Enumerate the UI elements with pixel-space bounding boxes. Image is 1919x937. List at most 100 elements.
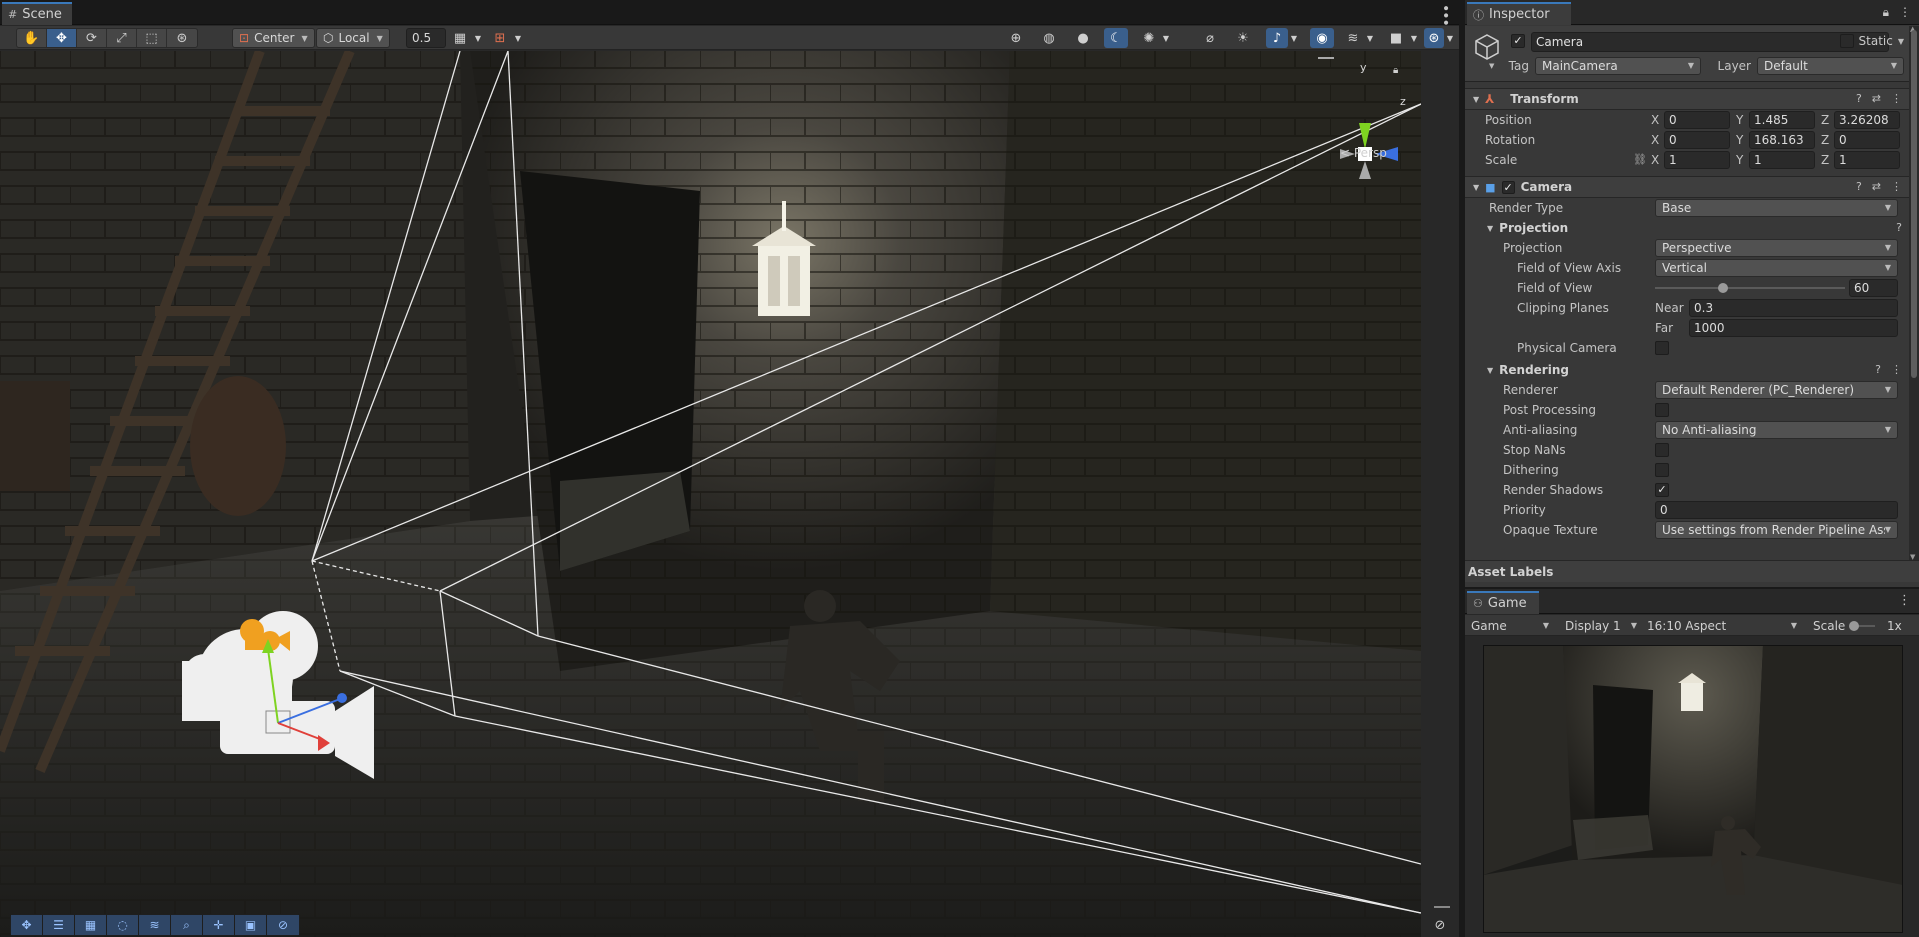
transform-tool-icon[interactable]: ⊛ [167,29,197,47]
preset-icon[interactable]: ⇄ [1872,92,1881,105]
priority-field[interactable]: 0 [1655,501,1898,519]
scale-z-field[interactable]: 1 [1834,151,1900,169]
chevron-down-icon[interactable]: ▼ [1898,37,1904,46]
chevron-down-icon[interactable]: ▼ [512,28,524,48]
anti-aliasing-dropdown[interactable]: No Anti-aliasing ▼ [1655,421,1898,439]
projection-toggle[interactable]: < Persp [1340,146,1387,160]
dithering-checkbox[interactable] [1655,463,1669,477]
position-y-field[interactable]: 1.485 [1749,111,1815,129]
shaded-icon[interactable]: ● [1072,28,1094,48]
transform-header[interactable]: ▼ ⅄ Transform ? ⇄ ⋮ [1465,88,1910,110]
scene-tab[interactable]: # Scene [2,2,72,25]
render-shadows-checkbox[interactable]: ✓ [1655,483,1669,497]
aspect-dropdown[interactable]: 16:10 Aspect ▼ [1643,617,1801,634]
rotation-y-field[interactable]: 168.163 [1749,131,1815,149]
static-checkbox[interactable] [1839,34,1854,48]
scale-x-field[interactable]: 1 [1664,151,1730,169]
tag-dropdown[interactable]: MainCamera ▼ [1535,57,1701,75]
chevron-down-icon[interactable]: ▼ [1160,28,1172,48]
rotation-z-field[interactable]: 0 [1834,131,1900,149]
camera-overlay-icon[interactable]: ▣ [235,915,267,935]
constrain-proportions-icon[interactable]: ⛓ [1633,153,1647,166]
search-icon[interactable]: ⌕ [171,915,203,935]
scale-slider-thumb[interactable] [1849,621,1859,631]
layers-icon[interactable]: ≋ [1342,28,1364,48]
chevron-down-icon[interactable]: ▼ [1288,28,1300,48]
fov-axis-dropdown[interactable]: Vertical ▼ [1655,259,1898,277]
rotation-x-field[interactable]: 0 [1664,131,1730,149]
tool-settings-icon[interactable]: ✥ [11,915,43,935]
component-menu-icon[interactable]: ⋮ [1891,92,1902,105]
position-z-field[interactable]: 3.26208 [1834,111,1900,129]
2d-toggle-icon[interactable]: ⌀ [1198,28,1222,48]
overlay-menu-icon[interactable] [1318,57,1334,59]
debug-draw-icon[interactable]: ✺ [1138,28,1160,48]
navigation-icon[interactable]: ⊘ [267,915,299,935]
lit-shading-icon[interactable]: ☾ [1104,28,1128,48]
camera-enabled-checkbox[interactable]: ✓ [1501,180,1515,194]
move-tool-icon[interactable]: ✥ [47,29,77,47]
display-dropdown[interactable]: Display 1 ▼ [1561,617,1641,634]
asset-labels-header[interactable]: Asset Labels [1465,560,1919,582]
increment-snap-icon[interactable]: ⊞ [490,28,510,48]
scene-tab-menu-icon[interactable]: ••• [1437,4,1453,26]
stop-nans-checkbox[interactable] [1655,443,1669,457]
inspector-menu-icon[interactable]: ⋮ [1899,5,1911,20]
rotate-tool-icon[interactable]: ⟳ [77,29,107,47]
chevron-down-icon[interactable]: ▼ [1408,28,1420,48]
gizmos-icon[interactable]: ⊛ [1424,28,1444,48]
grid-snap-icon[interactable]: ▦ [450,28,470,48]
help-icon[interactable]: ? [1875,363,1881,376]
inspector-scroll-thumb[interactable] [1911,30,1917,378]
chevron-down-icon[interactable]: ▼ [472,28,484,48]
pivot-rotation-dropdown[interactable]: ⬡ Local ▼ [316,28,390,48]
help-icon[interactable]: ? [1896,221,1902,234]
scene-visibility-icon[interactable]: ◉ [1310,28,1334,48]
layers-overlay-icon[interactable]: ≋ [139,915,171,935]
camera-settings-icon[interactable]: ■ [1384,28,1408,48]
position-x-field[interactable]: 0 [1664,111,1730,129]
component-menu-icon[interactable]: ⋮ [1891,180,1902,193]
scale-tool-icon[interactable]: ⤢ [107,29,137,47]
near-field[interactable]: 0.3 [1689,299,1898,317]
fov-value-field[interactable]: 60 [1849,279,1898,297]
section-menu-icon[interactable]: ⋮ [1891,363,1902,376]
fov-slider-thumb[interactable] [1718,283,1728,293]
game-tab-menu-icon[interactable]: ⋮ [1898,593,1911,608]
chevron-down-icon[interactable]: ▼ [1364,28,1376,48]
chevron-down-icon[interactable]: ▼ [1489,62,1494,70]
post-processing-checkbox[interactable] [1655,403,1669,417]
scene-viewport[interactable]: y z 🔒︎ < Persp [0,51,1421,937]
wireframe-shading-icon[interactable]: ◍ [1038,28,1060,48]
chevron-down-icon[interactable]: ▼ [1444,28,1456,48]
grid-snap-input[interactable]: 0.5 [406,28,446,48]
gizmo-lock-icon[interactable]: 🔒︎ [1393,65,1398,76]
scale-y-field[interactable]: 1 [1749,151,1815,169]
far-field[interactable]: 1000 [1689,319,1898,337]
help-icon[interactable]: ? [1856,180,1862,193]
move-overlay-icon[interactable]: ✛ [203,915,235,935]
gameobject-active-checkbox[interactable]: ✓ [1511,34,1525,48]
game-view[interactable] [1483,645,1903,933]
gameobject-name-field[interactable]: Camera [1531,32,1889,52]
pivot-mode-dropdown[interactable]: ⊡ Center ▼ [232,28,315,48]
opaque-texture-dropdown[interactable]: Use settings from Render Pipeline Asset … [1655,521,1898,539]
renderer-dropdown[interactable]: Default Renderer (PC_Renderer) ▼ [1655,381,1898,399]
inspector-tab[interactable]: ⓘ Inspector [1467,2,1571,25]
viewport-resize-grip[interactable] [1434,906,1450,908]
rect-tool-icon[interactable]: ⬚ [137,29,167,47]
grid-icon[interactable]: ▦ [75,915,107,935]
game-mode-dropdown[interactable]: Game ▼ [1467,617,1553,634]
projection-section-header[interactable]: ▼ Projection ? [1465,218,1910,238]
audio-toggle-icon[interactable]: ♪ [1266,28,1288,48]
orientation-compass-icon[interactable]: ⊘ [1425,914,1455,936]
camera-header[interactable]: ▼ ■ ✓ Camera ? ⇄ ⋮ [1465,176,1910,198]
global-view-icon[interactable]: ⊕ [1005,28,1027,48]
hand-tool-icon[interactable]: ✋ [17,29,47,47]
help-icon[interactable]: ? [1856,92,1862,105]
physical-camera-checkbox[interactable] [1655,341,1669,355]
layer-dropdown[interactable]: Default ▼ [1757,57,1904,75]
lighting-toggle-icon[interactable]: ☀ [1232,28,1254,48]
orbit-icon[interactable]: ◌ [107,915,139,935]
preset-icon[interactable]: ⇄ [1872,180,1881,193]
